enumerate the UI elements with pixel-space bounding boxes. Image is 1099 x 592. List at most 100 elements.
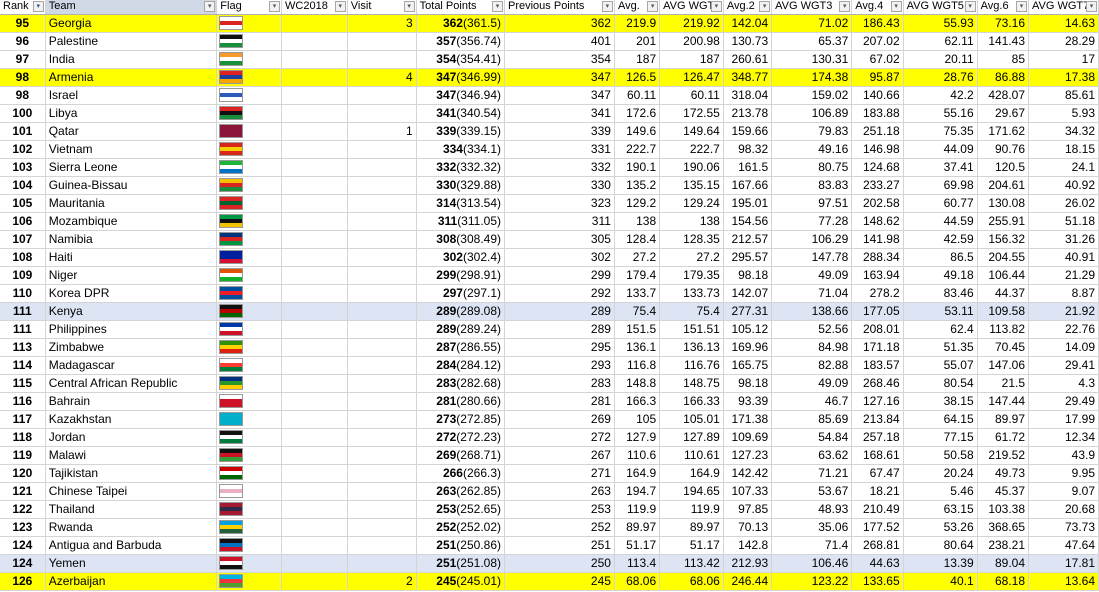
rank-cell[interactable]: 98 bbox=[0, 68, 46, 87]
avg-wgt7-cell[interactable]: 8.87 bbox=[1028, 284, 1099, 303]
avg-wgt3-cell[interactable]: 71.21 bbox=[771, 464, 853, 483]
wc2018-cell[interactable] bbox=[281, 176, 348, 195]
avg-wgt7-cell[interactable]: 40.91 bbox=[1028, 248, 1099, 267]
avg4-cell[interactable]: 148.62 bbox=[851, 212, 904, 231]
avg4-cell[interactable]: 233.27 bbox=[851, 176, 904, 195]
avg-wgt7-cell[interactable]: 21.92 bbox=[1028, 302, 1099, 321]
avg-wgt3-cell[interactable]: 49.09 bbox=[771, 374, 853, 393]
total-points-cell[interactable]: 272(272.23) bbox=[416, 428, 506, 447]
wc2018-cell[interactable] bbox=[281, 230, 348, 249]
flag-cell[interactable] bbox=[216, 500, 283, 519]
header-avg6[interactable]: Avg.6 ▾ bbox=[977, 0, 1030, 15]
avg-wgt7-cell[interactable]: 22.76 bbox=[1028, 320, 1099, 339]
avg-wgt3-cell[interactable]: 123.22 bbox=[771, 572, 853, 591]
avg2-cell[interactable]: 154.56 bbox=[723, 212, 773, 231]
avg-wgt3-cell[interactable]: 77.28 bbox=[771, 212, 853, 231]
header-avg-wgt[interactable]: AVG WGT ▾ bbox=[659, 0, 724, 15]
rank-cell[interactable]: 106 bbox=[0, 212, 46, 231]
avg-cell[interactable]: 136.1 bbox=[614, 338, 661, 357]
wc2018-cell[interactable] bbox=[281, 536, 348, 555]
avg-cell[interactable]: 135.2 bbox=[614, 176, 661, 195]
avg-wgt-cell[interactable]: 110.61 bbox=[659, 446, 724, 465]
total-points-cell[interactable]: 284(284.12) bbox=[416, 356, 506, 375]
flag-cell[interactable] bbox=[216, 428, 283, 447]
avg2-cell[interactable]: 213.78 bbox=[723, 104, 773, 123]
previous-points-cell[interactable]: 302 bbox=[504, 248, 615, 267]
avg4-cell[interactable]: 146.98 bbox=[851, 140, 904, 159]
avg-wgt5-cell[interactable]: 44.09 bbox=[903, 140, 978, 159]
wc2018-cell[interactable] bbox=[281, 374, 348, 393]
avg6-cell[interactable]: 29.67 bbox=[977, 104, 1030, 123]
visit-cell[interactable] bbox=[347, 248, 417, 267]
total-points-cell[interactable]: 362(361.5) bbox=[416, 14, 506, 33]
total-points-cell[interactable]: 289(289.24) bbox=[416, 320, 506, 339]
avg-wgt-cell[interactable]: 151.51 bbox=[659, 320, 724, 339]
avg-cell[interactable]: 51.17 bbox=[614, 536, 661, 555]
team-cell[interactable]: Antigua and Barbuda bbox=[45, 536, 218, 555]
avg-wgt3-cell[interactable]: 84.98 bbox=[771, 338, 853, 357]
wc2018-cell[interactable] bbox=[281, 500, 348, 519]
rank-cell[interactable]: 113 bbox=[0, 338, 46, 357]
avg6-cell[interactable]: 120.5 bbox=[977, 158, 1030, 177]
avg2-cell[interactable]: 165.75 bbox=[723, 356, 773, 375]
avg-wgt-cell[interactable]: 166.33 bbox=[659, 392, 724, 411]
avg2-cell[interactable]: 142.07 bbox=[723, 284, 773, 303]
avg-wgt5-cell[interactable]: 63.15 bbox=[903, 500, 978, 519]
table-row[interactable]: 120 Tajikistan 266(266.3) 271 164.9 164.9 142.… bbox=[0, 464, 1099, 483]
avg2-cell[interactable]: 98.32 bbox=[723, 140, 773, 159]
avg-cell[interactable]: 222.7 bbox=[614, 140, 661, 159]
filter-dropdown-icon[interactable]: ▾ bbox=[334, 1, 346, 12]
avg-wgt-cell[interactable]: 172.55 bbox=[659, 104, 724, 123]
avg-wgt3-cell[interactable]: 130.31 bbox=[771, 50, 853, 69]
avg4-cell[interactable]: 177.52 bbox=[851, 518, 904, 537]
avg6-cell[interactable]: 86.88 bbox=[977, 68, 1030, 87]
avg2-cell[interactable]: 195.01 bbox=[723, 194, 773, 213]
avg-wgt-cell[interactable]: 113.42 bbox=[659, 554, 724, 573]
team-cell[interactable]: Guinea-Bissau bbox=[45, 176, 218, 195]
table-row[interactable]: 110 Korea DPR 297(297.1) 292 133.7 133.73 142.… bbox=[0, 284, 1099, 303]
wc2018-cell[interactable] bbox=[281, 572, 348, 591]
total-points-cell[interactable]: 347(346.94) bbox=[416, 86, 506, 105]
wc2018-cell[interactable] bbox=[281, 320, 348, 339]
team-cell[interactable]: India bbox=[45, 50, 218, 69]
previous-points-cell[interactable]: 332 bbox=[504, 158, 615, 177]
team-cell[interactable]: Malawi bbox=[45, 446, 218, 465]
header-visit[interactable]: Visit ▾ bbox=[347, 0, 417, 15]
avg2-cell[interactable]: 127.23 bbox=[723, 446, 773, 465]
avg-wgt5-cell[interactable]: 60.77 bbox=[903, 194, 978, 213]
visit-cell[interactable] bbox=[347, 50, 417, 69]
previous-points-cell[interactable]: 401 bbox=[504, 32, 615, 51]
avg-wgt7-cell[interactable]: 40.92 bbox=[1028, 176, 1099, 195]
rank-cell[interactable]: 126 bbox=[0, 572, 46, 591]
avg-wgt-cell[interactable]: 133.73 bbox=[659, 284, 724, 303]
avg-wgt7-cell[interactable]: 18.15 bbox=[1028, 140, 1099, 159]
avg-cell[interactable]: 126.5 bbox=[614, 68, 661, 87]
total-points-cell[interactable]: 357(356.74) bbox=[416, 32, 506, 51]
avg-wgt-cell[interactable]: 149.64 bbox=[659, 122, 724, 141]
avg4-cell[interactable]: 210.49 bbox=[851, 500, 904, 519]
avg-wgt5-cell[interactable]: 42.2 bbox=[903, 86, 978, 105]
avg6-cell[interactable]: 255.91 bbox=[977, 212, 1030, 231]
previous-points-cell[interactable]: 269 bbox=[504, 410, 615, 429]
avg-wgt7-cell[interactable]: 34.32 bbox=[1028, 122, 1099, 141]
table-row[interactable]: 101 Qatar 1 339(339.15) 339 149.6 149.64 159.66… bbox=[0, 122, 1099, 141]
table-row[interactable]: 105 Mauritania 314(313.54) 323 129.2 129.24 19… bbox=[0, 194, 1099, 213]
avg4-cell[interactable]: 208.01 bbox=[851, 320, 904, 339]
wc2018-cell[interactable] bbox=[281, 284, 348, 303]
table-row[interactable]: 95 Georgia 3 362(361.5) 362 219.9 219.92 142.04… bbox=[0, 14, 1099, 33]
rank-cell[interactable]: 122 bbox=[0, 500, 46, 519]
previous-points-cell[interactable]: 283 bbox=[504, 374, 615, 393]
filter-dropdown-icon[interactable]: ▾ bbox=[890, 1, 902, 12]
avg-wgt7-cell[interactable]: 28.29 bbox=[1028, 32, 1099, 51]
avg-wgt5-cell[interactable]: 13.39 bbox=[903, 554, 978, 573]
avg-wgt5-cell[interactable]: 53.26 bbox=[903, 518, 978, 537]
visit-cell[interactable] bbox=[347, 86, 417, 105]
rank-cell[interactable]: 119 bbox=[0, 446, 46, 465]
flag-cell[interactable] bbox=[216, 50, 283, 69]
previous-points-cell[interactable]: 267 bbox=[504, 446, 615, 465]
team-cell[interactable]: Azerbaijan bbox=[45, 572, 218, 591]
avg-wgt-cell[interactable]: 129.24 bbox=[659, 194, 724, 213]
avg-wgt3-cell[interactable]: 49.16 bbox=[771, 140, 853, 159]
avg-wgt5-cell[interactable]: 86.5 bbox=[903, 248, 978, 267]
header-rank[interactable]: Rank ▾ bbox=[0, 0, 46, 15]
